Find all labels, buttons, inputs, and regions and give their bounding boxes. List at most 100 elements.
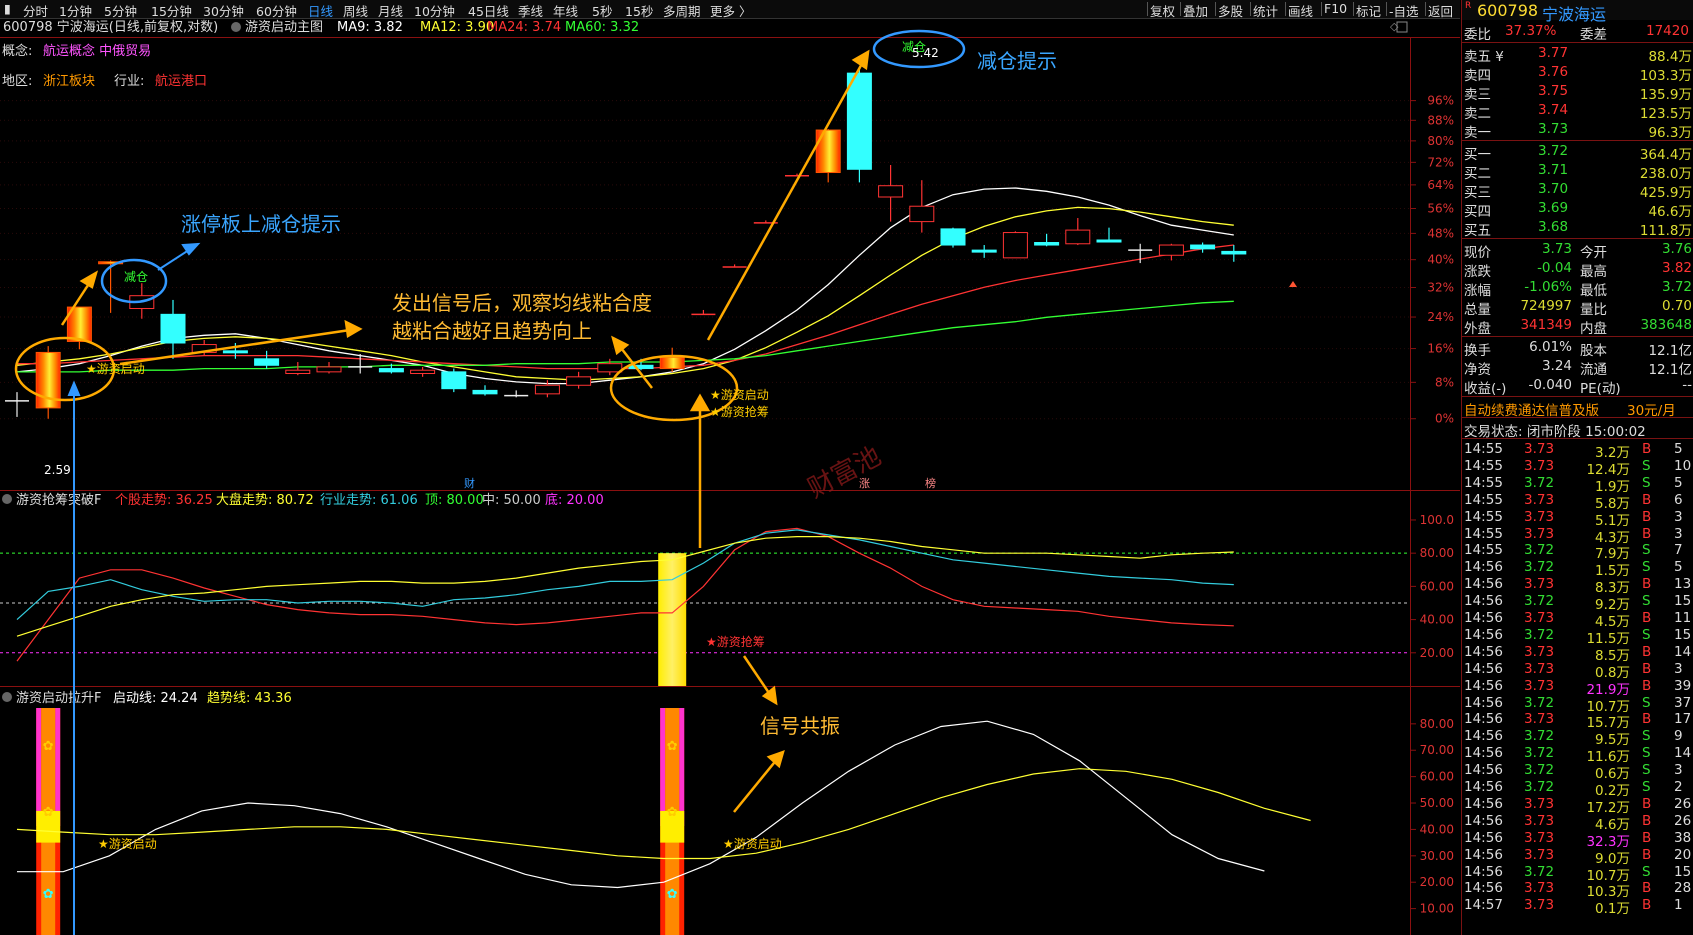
sub2-axis-label: 80.00 xyxy=(1420,717,1454,731)
tick-side: B xyxy=(1642,795,1652,812)
main-axis-label: 80% xyxy=(1427,134,1454,148)
candle-body xyxy=(1096,239,1122,243)
tick-side: S xyxy=(1642,728,1651,745)
tick-side: S xyxy=(1642,542,1651,559)
quote-sidepanel: R 600798 宁波海运 委比 37.37% 委差 17420 卖五 ¥ 3.77 88.… xyxy=(1461,0,1693,935)
note-resonance: 信号共振 xyxy=(760,714,840,738)
quote-label: 总量 xyxy=(1464,302,1491,318)
tick-time: 14:56 xyxy=(1464,610,1503,626)
main-axis-label: 40% xyxy=(1427,253,1454,267)
stat-value: 12.1亿 xyxy=(1648,362,1692,378)
main-axis-label: 64% xyxy=(1427,178,1454,192)
quote-label: 现价 xyxy=(1464,245,1491,261)
bid-price: 3.69 xyxy=(1538,200,1569,216)
tick-count: 38 xyxy=(1674,829,1692,846)
sub2-axis-label: 20.00 xyxy=(1420,875,1454,889)
window-icon[interactable] xyxy=(1396,21,1408,33)
tick-side: B xyxy=(1642,576,1652,593)
tick-time: 14:56 xyxy=(1464,593,1503,610)
candle-body xyxy=(534,384,560,395)
tick-price: 3.72 xyxy=(1524,559,1555,576)
marker-bang: 榜 xyxy=(925,476,936,490)
trade-status: 交易状态: 闭市阶段 15:00:02 xyxy=(1464,424,1646,440)
tick-price: 3.73 xyxy=(1524,525,1555,542)
tick-side: B xyxy=(1642,897,1652,914)
ma60-label: MA60: 3.32 xyxy=(565,20,639,35)
tick-count: 28 xyxy=(1674,880,1692,897)
stat-label: 换手 xyxy=(1464,343,1491,359)
ask-volume: 103.3万 xyxy=(1639,68,1692,84)
sub2-axis-label: 40.00 xyxy=(1420,822,1454,836)
panel-divider xyxy=(1462,336,1693,337)
main-axis-label: 48% xyxy=(1427,226,1454,240)
sub1-legend-top: 顶: 80.00 xyxy=(425,493,484,508)
ask-label: 卖二 xyxy=(1464,106,1491,122)
tick-price: 3.72 xyxy=(1524,762,1555,779)
quote-label: 最高 xyxy=(1580,264,1607,280)
sub1-legend-bottom: 底: 20.00 xyxy=(545,492,604,508)
quote-label: 最低 xyxy=(1580,283,1607,299)
promo-text[interactable]: 自动续费通达信普及版 xyxy=(1464,399,1599,419)
tick-price: 3.72 xyxy=(1524,593,1555,610)
bid-volume: 364.4万 xyxy=(1639,147,1692,163)
tick-price: 3.73 xyxy=(1524,457,1555,474)
arrows-blue xyxy=(67,242,201,935)
toolbar-left-icon[interactable]: ▮ xyxy=(4,1,11,16)
tick-time: 14:56 xyxy=(1464,660,1503,677)
axes: 96% 88% 80% 72% 64% 56% 48% 40% 32% 24% 16% 8% 0% xyxy=(0,94,1454,426)
indicator-name[interactable]: 游资启动主图 xyxy=(245,20,323,35)
quote-value: -0.04 xyxy=(1537,260,1572,276)
tick-time: 14:56 xyxy=(1464,762,1503,779)
tick-count: 37 xyxy=(1674,694,1692,711)
ma12-label: MA12: 3.90 xyxy=(420,20,494,35)
tool-f10[interactable]: F10 xyxy=(1320,1,1347,16)
stat-label: 股本 xyxy=(1580,343,1607,359)
sub1-title[interactable]: 游资抢筹突破F xyxy=(16,492,101,508)
ask-label: 卖一 xyxy=(1464,125,1491,141)
tick-price: 3.73 xyxy=(1524,660,1555,677)
tick-time: 14:56 xyxy=(1464,863,1503,880)
weicha-value: 17420 xyxy=(1646,23,1689,39)
sub1-axis-label: 100.0 xyxy=(1420,513,1454,527)
bid-label: 买二 xyxy=(1464,166,1491,182)
tick-time: 14:56 xyxy=(1464,559,1503,576)
marker-cai: 财 xyxy=(464,476,475,490)
tick-side: B xyxy=(1642,829,1652,846)
bid-label: 买一 xyxy=(1464,147,1491,163)
quote-value: 3.76 xyxy=(1661,241,1692,257)
quote-label: 外盘 xyxy=(1464,321,1491,337)
ask-price: 3.75 xyxy=(1538,83,1569,99)
tick-price: 3.72 xyxy=(1524,694,1555,711)
tick-price: 3.72 xyxy=(1524,542,1555,559)
butterfly-icon: ✿ xyxy=(43,739,54,754)
stat-value: -- xyxy=(1682,377,1692,393)
sub1-axis-label: 40.00 xyxy=(1420,613,1454,627)
tick-side: B xyxy=(1642,660,1652,677)
quote-label: 今开 xyxy=(1580,245,1607,261)
tick-side: B xyxy=(1642,525,1652,542)
tick-time: 14:56 xyxy=(1464,795,1503,812)
tick-count: 6 xyxy=(1674,491,1683,508)
main-axis-label: 96% xyxy=(1427,94,1454,108)
candle-body xyxy=(628,364,654,370)
tick-count: 1 xyxy=(1674,897,1683,914)
quote-label: 涨幅 xyxy=(1464,283,1491,299)
concept-value: 航运概念 中俄贸易 xyxy=(43,43,151,59)
tick-count: 5 xyxy=(1674,559,1683,576)
bid-volume: 425.9万 xyxy=(1639,185,1692,201)
stat-label: 净资 xyxy=(1464,362,1491,378)
tick-price: 3.73 xyxy=(1524,508,1555,525)
tick-price: 3.72 xyxy=(1524,745,1555,762)
tick-price: 3.73 xyxy=(1524,795,1555,812)
tick-price: 3.72 xyxy=(1524,779,1555,795)
stock-code: 600798 xyxy=(1477,1,1539,20)
region-value: 浙江板块 xyxy=(43,74,95,89)
candle-body xyxy=(597,363,623,373)
tick-side: B xyxy=(1642,491,1652,508)
tick-count: 10 xyxy=(1674,457,1692,474)
kline-chart[interactable]: 96% 88% 80% 72% 64% 56% 48% 40% 32% 24% 16% 8% 0% 10… xyxy=(0,18,1460,935)
quote-value: 383648 xyxy=(1640,317,1692,333)
ask-price: 3.77 xyxy=(1538,45,1569,61)
quote-label: 量比 xyxy=(1580,302,1607,318)
sub2-title[interactable]: 游资启动拉升F xyxy=(16,691,101,706)
